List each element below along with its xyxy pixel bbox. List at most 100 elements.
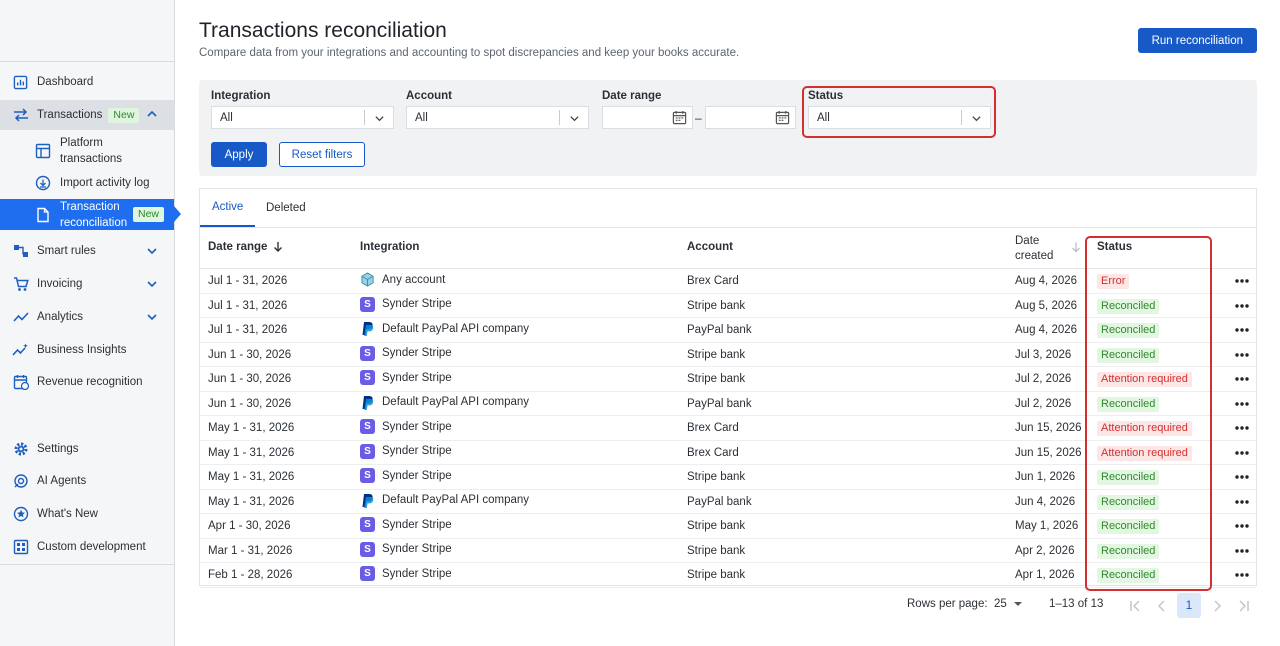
- more-actions-icon[interactable]: [1234, 568, 1250, 582]
- table-row[interactable]: Jun 1 - 30, 2026 Default PayPal API compa…: [200, 392, 1256, 416]
- sidebar-subitem-import-activity-log[interactable]: Import activity log: [0, 173, 174, 193]
- more-actions-icon[interactable]: [1234, 397, 1250, 411]
- table-row[interactable]: May 1 - 31, 2026 S Synder Stripe Brex Card J…: [200, 416, 1256, 441]
- cell-status: Reconciled: [1097, 494, 1160, 510]
- cell-date-range: Feb 1 - 28, 2026: [208, 569, 293, 581]
- calendar-icon[interactable]: [775, 110, 790, 125]
- table-row[interactable]: Jun 1 - 30, 2026 S Synder Stripe Stripe ban…: [200, 343, 1256, 367]
- column-header-integration[interactable]: Integration: [360, 241, 419, 253]
- table-row[interactable]: Jul 1 - 31, 2026 S Synder Stripe Stripe ban…: [200, 294, 1256, 318]
- sidebar-item-dashboard[interactable]: Dashboard: [0, 68, 174, 96]
- chevron-down-icon[interactable]: [146, 311, 158, 323]
- apply-button[interactable]: Apply: [211, 142, 267, 167]
- table-row[interactable]: Apr 1 - 30, 2026 S Synder Stripe Stripe ban…: [200, 514, 1256, 539]
- more-actions-icon[interactable]: [1234, 519, 1250, 533]
- status-filter-label: Status: [808, 90, 844, 102]
- insights-sparkle-icon: [12, 342, 29, 359]
- chevron-down-icon[interactable]: [146, 278, 158, 290]
- chevron-up-icon[interactable]: [146, 108, 158, 120]
- page-button-current[interactable]: 1: [1177, 593, 1201, 618]
- table-row[interactable]: Jul 1 - 31, 2026 Any account Brex Card Aug …: [200, 269, 1256, 294]
- integration-select[interactable]: All: [211, 106, 394, 129]
- status-badge: Reconciled: [1097, 323, 1160, 338]
- rows-per-page-label: Rows per page:: [907, 598, 988, 610]
- more-actions-icon[interactable]: [1234, 544, 1250, 558]
- first-page-icon[interactable]: [1128, 599, 1142, 613]
- date-range-filter-label: Date range: [602, 90, 662, 102]
- more-actions-icon[interactable]: [1234, 446, 1250, 460]
- sidebar-item-custom-development[interactable]: Custom development: [0, 533, 174, 561]
- sidebar-item-analytics[interactable]: Analytics: [0, 303, 174, 331]
- more-actions-icon[interactable]: [1234, 495, 1250, 509]
- table-row[interactable]: Mar 1 - 31, 2026 S Synder Stripe Stripe ban…: [200, 539, 1256, 563]
- sidebar-subitem-transaction-reconciliation[interactable]: Transaction reconciliation New: [0, 199, 181, 230]
- more-actions-icon[interactable]: [1234, 299, 1250, 313]
- sidebar-subitem-platform-transactions[interactable]: Platform transactions: [0, 135, 174, 167]
- table-row[interactable]: May 1 - 31, 2026 S Synder Stripe Brex Card J…: [200, 441, 1256, 465]
- more-actions-icon[interactable]: [1234, 323, 1250, 337]
- last-page-icon[interactable]: [1237, 599, 1251, 613]
- cell-date-range: Apr 1 - 30, 2026: [208, 520, 291, 532]
- smart-rules-icon: [12, 243, 29, 260]
- tab-deleted[interactable]: Deleted: [266, 189, 306, 227]
- sidebar-item-ai-agents[interactable]: AI Agents: [0, 467, 174, 495]
- status-select[interactable]: All: [808, 106, 991, 129]
- download-circle-icon: [34, 174, 52, 192]
- cell-integration: Default PayPal API company: [360, 395, 529, 410]
- cell-date-created: May 1, 2026: [1015, 520, 1079, 532]
- cell-status: Attention required: [1097, 421, 1192, 436]
- run-reconciliation-button[interactable]: Run reconciliation: [1137, 28, 1257, 53]
- sort-arrow-icon[interactable]: [1071, 242, 1081, 253]
- dashboard-icon: [12, 74, 29, 91]
- chevron-down-icon[interactable]: [146, 245, 158, 257]
- tab-active[interactable]: Active: [200, 189, 256, 227]
- sidebar-item-settings[interactable]: Settings: [0, 435, 174, 463]
- status-badge: Attention required: [1097, 372, 1192, 387]
- date-to-input[interactable]: [705, 106, 796, 129]
- sidebar-item-smart-rules[interactable]: Smart rules: [0, 237, 174, 265]
- status-badge: Reconciled: [1097, 543, 1160, 559]
- previous-page-icon[interactable]: [1155, 599, 1169, 613]
- document-icon: [34, 206, 52, 224]
- sidebar-divider: [0, 564, 174, 565]
- table-row[interactable]: May 1 - 31, 2026 S Synder Stripe Stripe ban…: [200, 465, 1256, 490]
- account-select[interactable]: All: [406, 106, 589, 129]
- more-actions-icon[interactable]: [1234, 470, 1250, 484]
- cell-integration: Default PayPal API company: [360, 321, 529, 336]
- sidebar-item-transactions[interactable]: Transactions New: [0, 100, 174, 130]
- integration-name: Synder Stripe: [382, 567, 452, 580]
- column-header-date-range[interactable]: Date range: [208, 241, 284, 253]
- pagination-range: 1–13 of 13: [1049, 598, 1104, 610]
- cell-status: Reconciled: [1097, 543, 1160, 559]
- reset-filters-button[interactable]: Reset filters: [279, 142, 365, 167]
- more-actions-icon[interactable]: [1234, 372, 1250, 386]
- column-header-date-created[interactable]: Date created: [1015, 234, 1053, 264]
- sidebar-item-business-insights[interactable]: Business Insights: [0, 336, 174, 364]
- status-badge: Reconciled: [1097, 494, 1160, 510]
- date-from-input[interactable]: [602, 106, 693, 129]
- sidebar-item-whats-new[interactable]: What's New: [0, 500, 174, 528]
- table-row[interactable]: May 1 - 31, 2026 Default PayPal API compa…: [200, 490, 1256, 514]
- table-row[interactable]: Feb 1 - 28, 2026 S Synder Stripe Stripe ban…: [200, 563, 1256, 588]
- more-actions-icon[interactable]: [1234, 274, 1250, 288]
- more-actions-icon[interactable]: [1234, 421, 1250, 435]
- date-range-separator: –: [695, 111, 702, 125]
- new-badge: New: [108, 107, 140, 123]
- sidebar-subitem-label: Transaction reconciliation: [60, 200, 128, 229]
- sidebar-item-invoicing[interactable]: Invoicing: [0, 270, 174, 298]
- select-divider: [364, 110, 365, 125]
- sidebar-item-revenue-recognition[interactable]: Revenue recognition: [0, 368, 174, 396]
- trend-line-icon: [12, 309, 29, 326]
- column-header-status[interactable]: Status: [1097, 241, 1132, 253]
- sidebar-subitem-label: Import activity log: [60, 177, 150, 189]
- rows-per-page-select[interactable]: 25: [994, 598, 1023, 610]
- integration-name: Synder Stripe: [382, 298, 452, 310]
- more-actions-icon[interactable]: [1234, 348, 1250, 362]
- page-subtitle: Compare data from your integrations and …: [199, 47, 740, 59]
- cell-integration: S Synder Stripe: [360, 541, 452, 557]
- calendar-icon[interactable]: [672, 110, 687, 125]
- table-row[interactable]: Jul 1 - 31, 2026 Default PayPal API compa…: [200, 318, 1256, 343]
- column-header-account[interactable]: Account: [687, 241, 733, 253]
- table-row[interactable]: Jun 1 - 30, 2026 S Synder Stripe Stripe ban…: [200, 367, 1256, 392]
- next-page-icon[interactable]: [1210, 599, 1224, 613]
